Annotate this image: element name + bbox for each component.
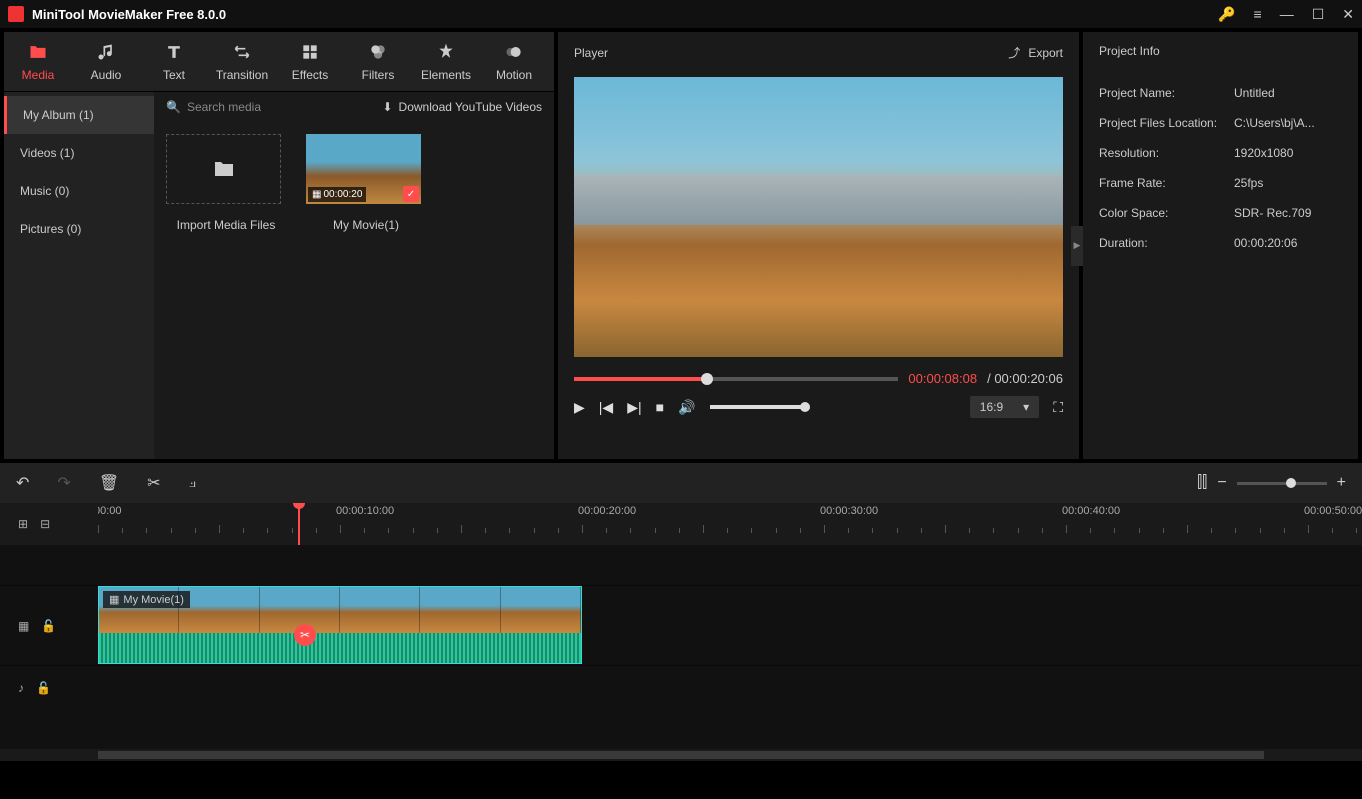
timeline-clip[interactable]: ▦My Movie(1) xyxy=(98,586,582,664)
split-indicator-icon[interactable]: ✂ xyxy=(294,624,316,646)
text-icon xyxy=(164,42,184,62)
search-icon: 🔍 xyxy=(166,100,181,114)
media-clip[interactable]: ▦00:00:20 ✓ My Movie(1) xyxy=(306,134,426,232)
tab-filters[interactable]: Filters xyxy=(344,32,412,91)
download-icon: ⬇ xyxy=(382,100,392,114)
volume-slider[interactable] xyxy=(710,405,810,409)
split-button[interactable]: ✂ xyxy=(147,473,160,493)
collapse-panel-button[interactable]: ▶ xyxy=(1071,226,1083,266)
prev-frame-button[interactable]: |◀ xyxy=(599,399,613,416)
elements-icon xyxy=(436,42,456,62)
zoom-in-button[interactable]: + xyxy=(1337,474,1346,492)
filters-icon xyxy=(368,42,388,62)
zoom-slider[interactable] xyxy=(1237,482,1327,485)
close-button[interactable]: ✕ xyxy=(1342,6,1354,23)
tab-motion[interactable]: Motion xyxy=(480,32,548,91)
stop-button[interactable]: ■ xyxy=(656,399,664,415)
chevron-down-icon: ▾ xyxy=(1023,400,1029,414)
tab-elements[interactable]: Elements xyxy=(412,32,480,91)
fullscreen-button[interactable]: ⛶ xyxy=(1053,399,1063,416)
player-title: Player xyxy=(574,46,608,60)
zoom-out-button[interactable]: − xyxy=(1217,474,1226,492)
audio-track-icon: ♪ xyxy=(18,681,24,695)
video-track-icon: ▦ xyxy=(18,619,29,633)
transition-icon xyxy=(232,42,252,62)
music-icon xyxy=(96,42,116,62)
tab-audio[interactable]: Audio xyxy=(72,32,140,91)
current-time: 00:00:08:08 xyxy=(908,371,977,386)
player-preview xyxy=(574,77,1063,357)
redo-button[interactable]: ↷ xyxy=(57,473,70,493)
effects-icon xyxy=(300,42,320,62)
aspect-ratio-select[interactable]: 16:9 ▾ xyxy=(970,396,1039,418)
menu-icon[interactable]: ≡ xyxy=(1254,6,1262,22)
lock-icon[interactable]: 🔓 xyxy=(41,619,56,633)
lock-icon[interactable]: 🔓 xyxy=(36,681,51,695)
folder-icon xyxy=(28,42,48,62)
timeline-scrollbar[interactable] xyxy=(98,751,1264,759)
sidebar-item-videos[interactable]: Videos (1) xyxy=(4,134,154,172)
playhead[interactable] xyxy=(298,503,300,545)
volume-icon[interactable]: 🔊 xyxy=(678,399,695,416)
download-youtube-button[interactable]: ⬇ Download YouTube Videos xyxy=(382,100,542,114)
tab-effects[interactable]: Effects xyxy=(276,32,344,91)
export-button[interactable]: ⤴ Export xyxy=(1008,44,1063,61)
sidebar-item-myalbum[interactable]: My Album (1) xyxy=(4,96,154,134)
search-input[interactable]: 🔍 Search media xyxy=(166,100,374,114)
app-logo xyxy=(8,6,24,22)
play-button[interactable]: ▶ xyxy=(574,399,585,416)
tab-transition[interactable]: Transition xyxy=(208,32,276,91)
add-track-icon[interactable]: ⊞ xyxy=(18,517,28,531)
sidebar-item-music[interactable]: Music (0) xyxy=(4,172,154,210)
export-icon: ⤴ xyxy=(1008,44,1020,61)
film-icon: ▦ xyxy=(109,593,119,606)
delete-button[interactable]: 🗑 xyxy=(99,473,119,493)
undo-button[interactable]: ↶ xyxy=(16,473,29,493)
import-media-button[interactable]: Import Media Files xyxy=(166,134,286,232)
timeline-ruler[interactable]: 00:0000:00:10:0000:00:20:0000:00:30:0000… xyxy=(98,503,1362,545)
tab-text[interactable]: Text xyxy=(140,32,208,91)
film-icon: ▦ xyxy=(312,189,321,200)
crop-button[interactable]: ⟓ xyxy=(189,474,197,492)
maximize-button[interactable]: ☐ xyxy=(1312,6,1325,23)
key-icon[interactable]: 🔑 xyxy=(1218,6,1235,23)
sidebar-item-pictures[interactable]: Pictures (0) xyxy=(4,210,154,248)
tab-media[interactable]: Media xyxy=(4,32,72,91)
minimize-button[interactable]: — xyxy=(1280,6,1294,22)
motion-icon xyxy=(504,42,524,62)
progress-slider[interactable] xyxy=(574,377,898,381)
app-title: MiniTool MovieMaker Free 8.0.0 xyxy=(32,7,1218,22)
remove-track-icon[interactable]: ⊟ xyxy=(40,517,50,531)
fit-timeline-button[interactable]: ⫿⫿ xyxy=(1197,474,1207,492)
project-info-title: Project Info xyxy=(1083,32,1358,70)
folder-icon xyxy=(212,157,236,181)
check-icon: ✓ xyxy=(403,186,419,202)
next-frame-button[interactable]: ▶| xyxy=(627,399,641,416)
